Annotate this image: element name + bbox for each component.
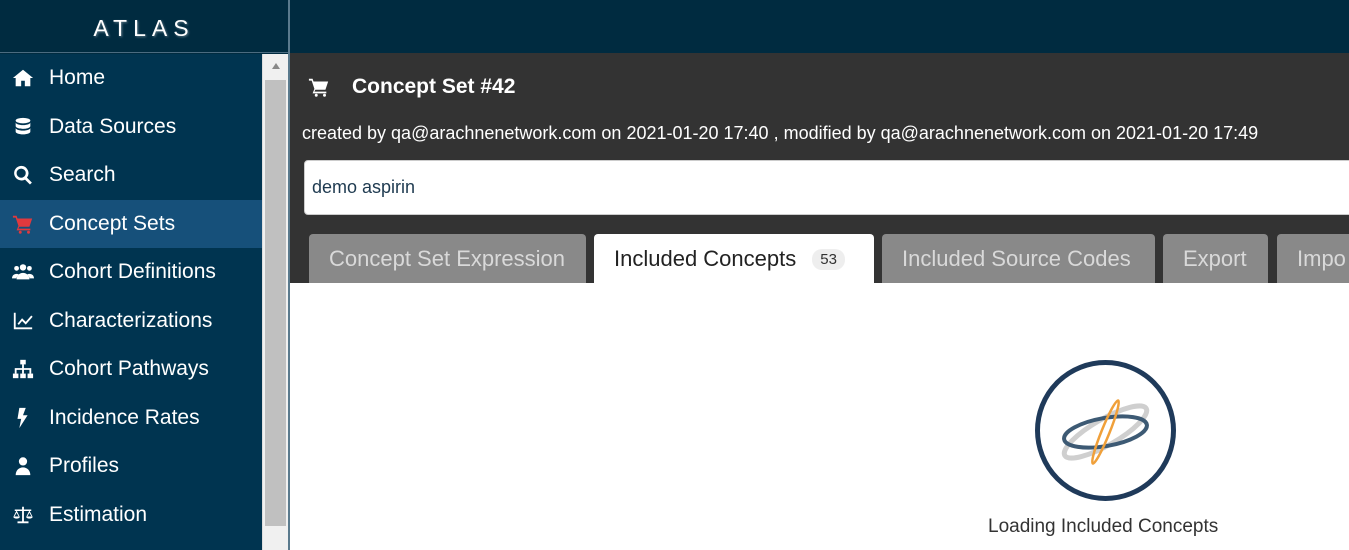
bolt-icon (10, 407, 36, 429)
scroll-up-arrow-icon[interactable] (263, 54, 289, 78)
cart-icon (10, 213, 36, 235)
concept-set-name-field[interactable] (304, 160, 1349, 215)
sidebar-item-concept-sets[interactable]: Concept Sets (0, 199, 262, 248)
sidebar-item-label: Characterizations (49, 308, 213, 332)
concept-set-meta: created by qa@arachnenetwork.com on 2021… (302, 123, 1259, 143)
sidebar-scrollbar[interactable] (262, 54, 288, 550)
sidebar-item-cohort-definitions[interactable]: Cohort Definitions (0, 248, 262, 297)
sidebar-item-label: Data Sources (49, 114, 177, 138)
concept-count-badge: 53 (812, 248, 845, 270)
tab-concept-set-expression[interactable]: Concept Set Expression (309, 234, 586, 284)
tab-label: Concept Set Expression (329, 246, 566, 271)
sidebar-item-label: Cohort Definitions (49, 260, 216, 284)
tab-included-concepts[interactable]: Included Concepts 53 (594, 234, 874, 284)
sidebar-item-label: Cohort Pathways (49, 357, 209, 381)
tab-included-source-codes[interactable]: Included Source Codes (882, 234, 1155, 284)
sidebar-item-estimation[interactable]: Estimation (0, 491, 262, 540)
sidebar-item-search[interactable]: Search (0, 151, 262, 200)
sidebar-item-profiles[interactable]: Profiles (0, 442, 262, 491)
database-icon (10, 116, 36, 138)
loading-spinner-icon (1035, 360, 1176, 501)
sidebar-item-label: Search (49, 163, 116, 187)
tab-label: Impo (1297, 246, 1346, 271)
sidebar-item-home[interactable]: Home (0, 54, 262, 103)
home-icon (10, 67, 36, 89)
concept-set-name-input[interactable] (305, 161, 1349, 214)
sidebar-item-incidence-rates[interactable]: Incidence Rates (0, 394, 262, 443)
sidebar-item-cohort-pathways[interactable]: Cohort Pathways (0, 345, 262, 394)
users-icon (10, 261, 36, 283)
sidebar-item-data-sources[interactable]: Data Sources (0, 103, 262, 152)
concept-set-header: Concept Set #42 created by qa@arachnenet… (288, 53, 1349, 284)
top-bar (288, 0, 1349, 53)
sidebar: ATLAS Home Data Sources Search Concept S… (0, 0, 288, 550)
sidebar-item-label: Incidence Rates (49, 405, 200, 429)
tab-content: Loading Included Concepts (288, 283, 1349, 550)
tab-label: Export (1183, 246, 1247, 271)
scrollbar-thumb[interactable] (265, 80, 286, 526)
sitemap-icon (10, 358, 36, 380)
concept-set-title: Concept Set #42 (352, 75, 516, 98)
app-brand[interactable]: ATLAS (0, 0, 288, 53)
sidebar-item-label: Home (49, 66, 106, 90)
sidebar-item-label: Estimation (49, 502, 148, 526)
page-title: Concept Set #42 (308, 75, 515, 99)
cart-icon (308, 78, 329, 97)
sidebar-item-characterizations[interactable]: Characterizations (0, 297, 262, 346)
user-icon (10, 455, 36, 477)
tab-label: Included Concepts (614, 246, 797, 271)
sidebar-item-label: Concept Sets (49, 211, 176, 235)
search-icon (10, 164, 36, 186)
loading-text: Loading Included Concepts (988, 516, 1219, 537)
balance-scale-icon (10, 504, 36, 526)
sidebar-nav: Home Data Sources Search Concept Sets Co… (0, 54, 262, 550)
sidebar-item-label: Profiles (49, 454, 120, 478)
tab-import[interactable]: Impo (1277, 234, 1349, 284)
tab-export[interactable]: Export (1163, 234, 1268, 284)
line-chart-icon (10, 310, 36, 332)
tab-label: Included Source Codes (902, 246, 1131, 271)
